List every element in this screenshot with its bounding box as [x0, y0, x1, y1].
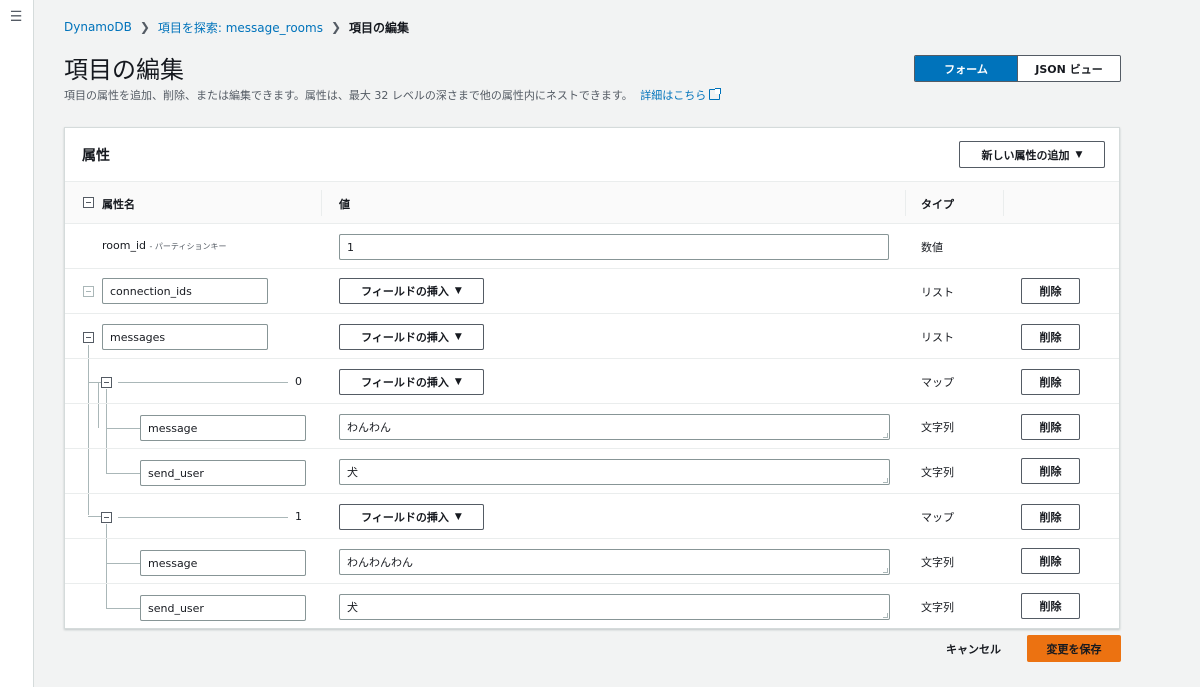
breadcrumb-dynamodb[interactable]: DynamoDB [64, 20, 132, 34]
list-item-row-1: 1 フィールドの挿入 ▼ マップ 削除 [65, 494, 1119, 539]
breadcrumb-current: 項目の編集 [349, 20, 410, 35]
attribute-name-input[interactable]: send_user [140, 460, 306, 486]
column-divider [905, 190, 906, 216]
panel-header: 属性 新しい属性の追加 ▼ [65, 128, 1119, 182]
caret-down-icon: ▼ [454, 377, 462, 387]
resize-handle-icon[interactable] [883, 568, 888, 573]
column-divider [1003, 190, 1004, 216]
attribute-row-message-1: message わんわんわん 文字列 削除 [65, 539, 1119, 584]
caret-down-icon: ▼ [1075, 149, 1083, 160]
partition-key-name: room_id [102, 239, 146, 252]
description-text: 項目の属性を追加、削除、または編集できます。属性は、最大 32 レベルの深さまで… [64, 89, 633, 102]
breadcrumb-explore-items[interactable]: 項目を探索: message_rooms [158, 19, 323, 36]
panel-title: 属性 [82, 148, 110, 164]
form-view-button[interactable]: フォーム [915, 56, 1017, 81]
list-item-row-0: 0 フィールドの挿入 ▼ マップ 削除 [65, 359, 1119, 404]
resize-handle-icon[interactable] [883, 433, 888, 438]
type-label: 数値 [921, 241, 943, 254]
chevron-right-icon: ❯ [330, 20, 342, 34]
value-text: わんわんわん [347, 556, 413, 569]
insert-field-button[interactable]: フィールドの挿入 ▼ [339, 324, 484, 350]
delete-button[interactable]: 削除 [1021, 324, 1080, 350]
value-textarea[interactable]: 犬 [339, 459, 890, 485]
list-index-label: 0 [295, 375, 302, 388]
add-attribute-label: 新しい属性の追加 [981, 148, 1070, 162]
delete-button[interactable]: 削除 [1021, 369, 1080, 395]
delete-button[interactable]: 削除 [1021, 458, 1080, 484]
type-label: リスト [921, 286, 954, 299]
collapse-icon[interactable] [83, 332, 94, 343]
attribute-row-room-id: room_id - パーティションキー 1 数値 [65, 224, 1119, 269]
insert-field-button[interactable]: フィールドの挿入 ▼ [339, 504, 484, 530]
delete-button[interactable]: 削除 [1021, 548, 1080, 574]
partition-key-label: - パーティションキー [149, 242, 227, 251]
type-label: 文字列 [921, 466, 954, 479]
type-label: リスト [921, 331, 954, 344]
type-label: 文字列 [921, 601, 954, 614]
page-description: 項目の属性を追加、削除、または編集できます。属性は、最大 32 レベルの深さまで… [64, 87, 722, 103]
attribute-row-connection-ids: connection_ids フィールドの挿入 ▼ リスト 削除 [65, 269, 1119, 314]
column-divider [321, 190, 322, 216]
column-header-name: 属性名 [102, 198, 135, 211]
type-label: マップ [921, 376, 954, 389]
collapse-all-icon[interactable] [83, 197, 94, 208]
add-attribute-button[interactable]: 新しい属性の追加 ▼ [959, 141, 1105, 168]
insert-field-label: フィールドの挿入 [361, 511, 449, 524]
delete-button[interactable]: 削除 [1021, 593, 1080, 619]
external-link-icon [709, 88, 722, 100]
delete-button[interactable]: 削除 [1021, 504, 1080, 530]
page-title: 項目の編集 [64, 56, 184, 84]
value-textarea[interactable]: 犬 [339, 594, 890, 620]
attribute-name-input[interactable]: messages [102, 324, 268, 350]
value-textarea[interactable]: わんわんわん [339, 549, 890, 575]
attributes-panel: 属性 新しい属性の追加 ▼ 属性名 値 タイプ room_id - パーティショ… [64, 127, 1120, 629]
value-text: 犬 [347, 466, 358, 479]
caret-down-icon: ▼ [454, 332, 462, 342]
column-header-value: 値 [339, 198, 350, 211]
insert-field-label: フィールドの挿入 [361, 331, 449, 344]
insert-field-button[interactable]: フィールドの挿入 ▼ [339, 278, 484, 304]
type-label: マップ [921, 511, 954, 524]
left-nav-bar: ☰ [0, 0, 34, 687]
attribute-name-input[interactable]: message [140, 415, 306, 441]
value-text: わんわん [347, 421, 391, 434]
value-input[interactable]: 1 [339, 234, 889, 260]
resize-handle-icon[interactable] [883, 478, 888, 483]
caret-down-icon: ▼ [454, 286, 462, 296]
attribute-row-messages: messages フィールドの挿入 ▼ リスト 削除 [65, 314, 1119, 359]
learn-more-link[interactable]: 詳細はこちら [640, 88, 722, 102]
value-text: 犬 [347, 601, 358, 614]
insert-field-button[interactable]: フィールドの挿入 ▼ [339, 369, 484, 395]
cancel-button[interactable]: キャンセル [946, 641, 1001, 657]
insert-field-label: フィールドの挿入 [361, 285, 449, 298]
attribute-name-input[interactable]: connection_ids [102, 278, 268, 304]
attribute-name-input[interactable]: send_user [140, 595, 306, 621]
insert-field-label: フィールドの挿入 [361, 376, 449, 389]
attribute-name-input[interactable]: message [140, 550, 306, 576]
column-header-type: タイプ [921, 198, 954, 211]
attribute-row-send-user-1: send_user 犬 文字列 削除 [65, 584, 1119, 629]
collapse-icon[interactable] [83, 286, 94, 297]
hamburger-icon[interactable]: ☰ [8, 10, 24, 24]
attribute-row-send-user-0: send_user 犬 文字列 削除 [65, 449, 1119, 494]
breadcrumb: DynamoDB ❯ 項目を探索: message_rooms ❯ 項目の編集 [64, 18, 409, 36]
delete-button[interactable]: 削除 [1021, 278, 1080, 304]
delete-button[interactable]: 削除 [1021, 414, 1080, 440]
column-headers: 属性名 値 タイプ [65, 182, 1119, 224]
save-changes-button[interactable]: 変更を保存 [1027, 635, 1121, 662]
type-label: 文字列 [921, 556, 954, 569]
resize-handle-icon[interactable] [883, 613, 888, 618]
type-label: 文字列 [921, 421, 954, 434]
collapse-icon[interactable] [101, 512, 112, 523]
caret-down-icon: ▼ [454, 512, 462, 522]
learn-more-label[interactable]: 詳細はこちら [640, 89, 706, 102]
attribute-row-message-0: message わんわん 文字列 削除 [65, 404, 1119, 449]
chevron-right-icon: ❯ [139, 20, 150, 34]
collapse-icon[interactable] [101, 377, 112, 388]
attribute-name-static: room_id - パーティションキー [102, 239, 226, 252]
json-view-button[interactable]: JSON ビュー [1017, 56, 1120, 81]
view-mode-toggle: フォーム JSON ビュー [914, 55, 1121, 82]
list-index-label: 1 [295, 510, 302, 523]
value-textarea[interactable]: わんわん [339, 414, 890, 440]
